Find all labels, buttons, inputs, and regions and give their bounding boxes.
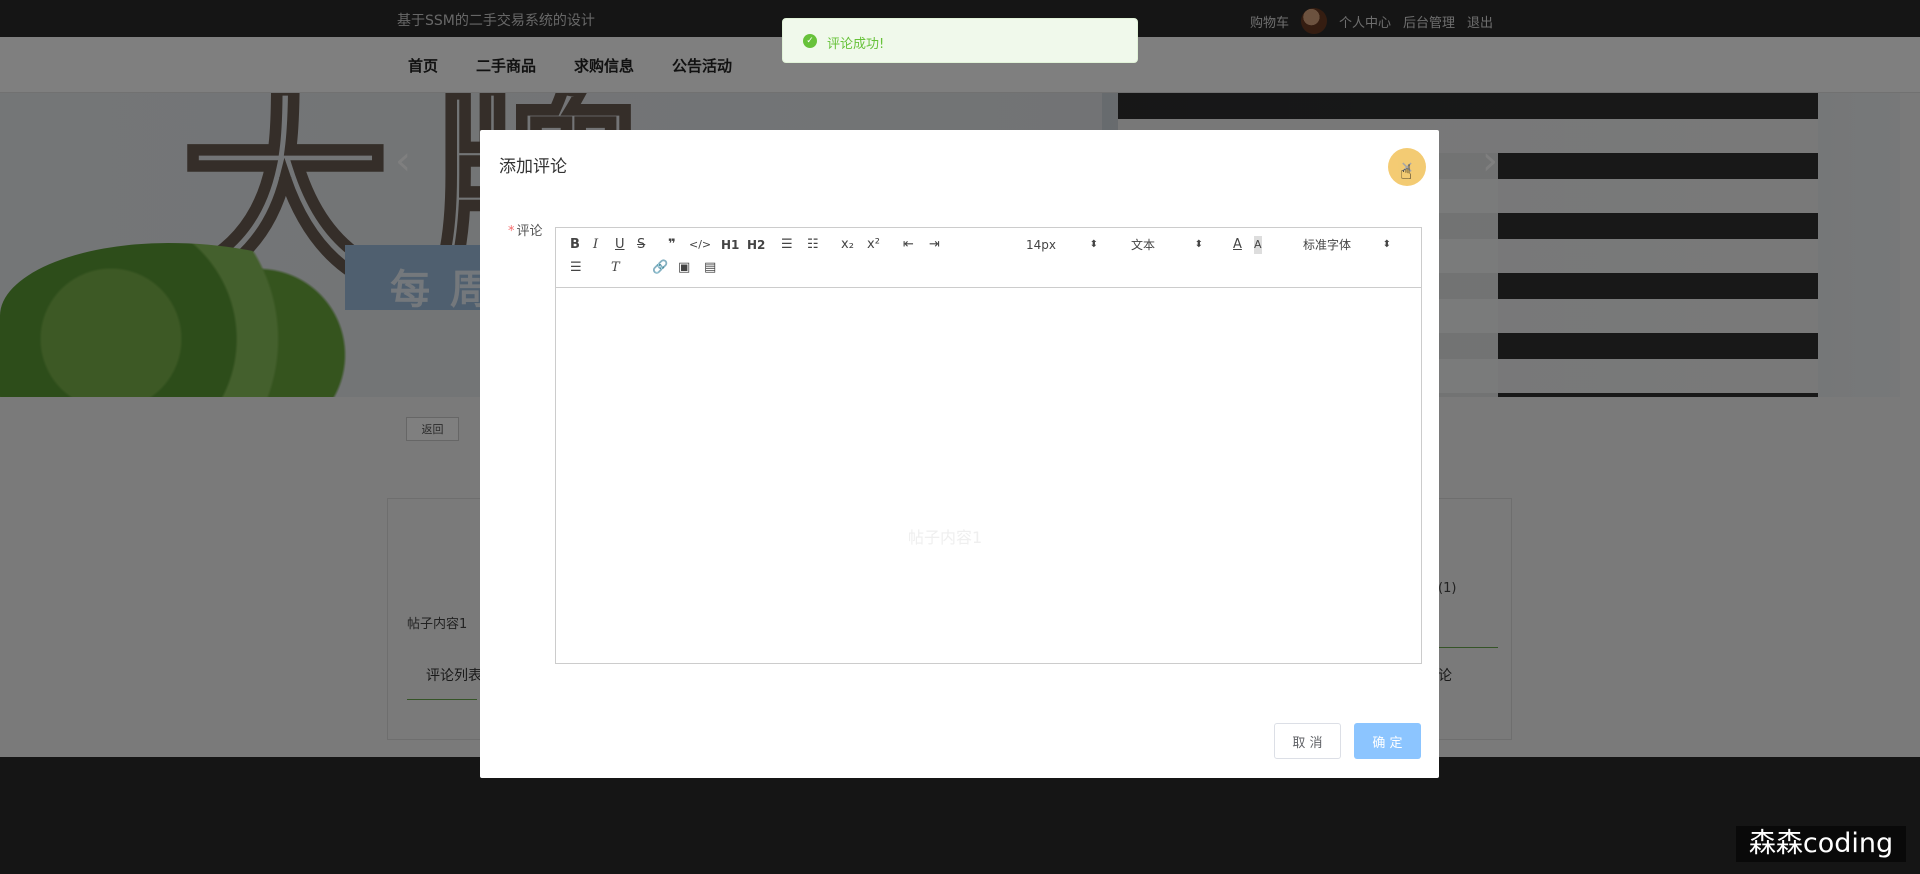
heading-value: 文本 — [1131, 238, 1156, 252]
strikethrough-icon[interactable]: S — [637, 236, 645, 254]
background-color-icon[interactable]: A — [1254, 236, 1262, 254]
comment-label-text: 评论 — [516, 224, 543, 239]
success-check-icon: ✓ — [803, 34, 817, 48]
hand-cursor-icon: ☝ — [1400, 160, 1413, 184]
clear-format-icon[interactable]: T — [611, 259, 620, 277]
font-family-select[interactable]: 标准字体 ⬍ — [1303, 236, 1391, 254]
heading-select[interactable]: 文本 ⬍ — [1131, 236, 1203, 254]
required-mark: * — [508, 224, 515, 239]
select-caret-icon: ⬍ — [1194, 239, 1203, 250]
bullet-list-icon[interactable]: ☷ — [807, 236, 819, 254]
italic-icon[interactable]: I — [593, 236, 598, 254]
font-color-icon[interactable]: A — [1233, 236, 1242, 254]
cancel-button[interactable]: 取 消 — [1274, 723, 1341, 759]
editor-content-area[interactable] — [556, 288, 1421, 663]
rich-text-editor: B I U S ❞ </> H1 H2 ☰ ☷ x₂ x² ⇤ ⇥ 14px ⬍ … — [555, 227, 1422, 664]
select-caret-icon: ⬍ — [1382, 239, 1391, 250]
blockquote-icon[interactable]: ❞ — [668, 236, 676, 254]
comment-field-label: * 评论 — [508, 220, 543, 239]
video-icon[interactable]: ▤ — [704, 259, 716, 277]
ordered-list-icon[interactable]: ☰ — [781, 236, 793, 254]
heading1-icon[interactable]: H1 — [721, 236, 739, 254]
font-family-value: 标准字体 — [1303, 238, 1352, 252]
outdent-icon[interactable]: ⇤ — [903, 236, 914, 254]
font-size-select[interactable]: 14px ⬍ — [1026, 236, 1098, 254]
underline-icon[interactable]: U — [615, 236, 625, 254]
bold-icon[interactable]: B — [570, 236, 580, 254]
add-comment-dialog: 添加评论 ✕ * 评论 B I U S ❞ </> H1 H2 ☰ ☷ x₂ x²… — [480, 130, 1439, 778]
dialog-title: 添加评论 — [499, 157, 567, 177]
superscript-icon[interactable]: x² — [867, 236, 880, 254]
confirm-button[interactable]: 确 定 — [1354, 723, 1421, 759]
align-icon[interactable]: ☰ — [570, 259, 582, 277]
indent-icon[interactable]: ⇥ — [929, 236, 940, 254]
image-icon[interactable]: ▣ — [678, 259, 690, 277]
link-icon[interactable]: 🔗 — [652, 259, 668, 277]
toast-message: 评论成功! — [827, 37, 885, 52]
editor-placeholder: 帖子内容1 — [908, 528, 983, 547]
subscript-icon[interactable]: x₂ — [841, 236, 854, 254]
success-toast: ✓ 评论成功! — [782, 18, 1138, 63]
heading2-icon[interactable]: H2 — [747, 236, 765, 254]
font-size-value: 14px — [1026, 238, 1056, 252]
select-caret-icon: ⬍ — [1089, 239, 1098, 250]
code-icon[interactable]: </> — [689, 236, 711, 254]
editor-toolbar: B I U S ❞ </> H1 H2 ☰ ☷ x₂ x² ⇤ ⇥ 14px ⬍ … — [556, 228, 1421, 288]
watermark: 森森coding — [1736, 826, 1906, 862]
